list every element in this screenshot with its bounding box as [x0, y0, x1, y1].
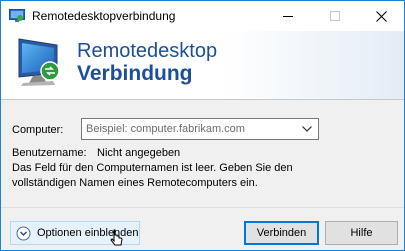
connect-button[interactable]: Verbinden: [244, 221, 319, 245]
minimize-button[interactable]: [265, 1, 311, 31]
banner-divider: [1, 99, 404, 100]
expand-circle-icon: [16, 226, 31, 241]
maximize-icon: [330, 11, 340, 21]
mouse-cursor-icon: [110, 229, 124, 249]
info-text: Das Feld für den Computernamen ist leer.…: [12, 162, 293, 189]
window-title: Remotedesktopverbindung: [32, 9, 176, 23]
rdp-window: Remotedesktopverbindung Remotedesktop Ve…: [0, 0, 405, 251]
help-button[interactable]: Hilfe: [325, 221, 398, 245]
title-bar[interactable]: Remotedesktopverbindung: [1, 1, 404, 31]
chevron-down-icon[interactable]: [299, 122, 315, 136]
banner-title-line1: Remotedesktop: [77, 40, 218, 62]
computer-combobox[interactable]: [81, 118, 319, 140]
computer-input[interactable]: [82, 119, 296, 139]
close-button[interactable]: [358, 1, 404, 31]
remote-desktop-icon: [9, 9, 25, 23]
banner: Remotedesktop Verbindung: [1, 31, 404, 99]
monitor-remote-icon: [13, 35, 67, 89]
computer-label: Computer:: [12, 124, 64, 136]
minimize-icon: [283, 15, 293, 17]
close-icon: [375, 10, 387, 22]
username-value: Nicht angegeben: [97, 147, 181, 159]
maximize-button[interactable]: [312, 1, 358, 31]
footer-divider: [1, 207, 404, 208]
banner-title-line2: Verbindung: [77, 62, 193, 85]
username-label: Benutzername:: [12, 147, 87, 159]
